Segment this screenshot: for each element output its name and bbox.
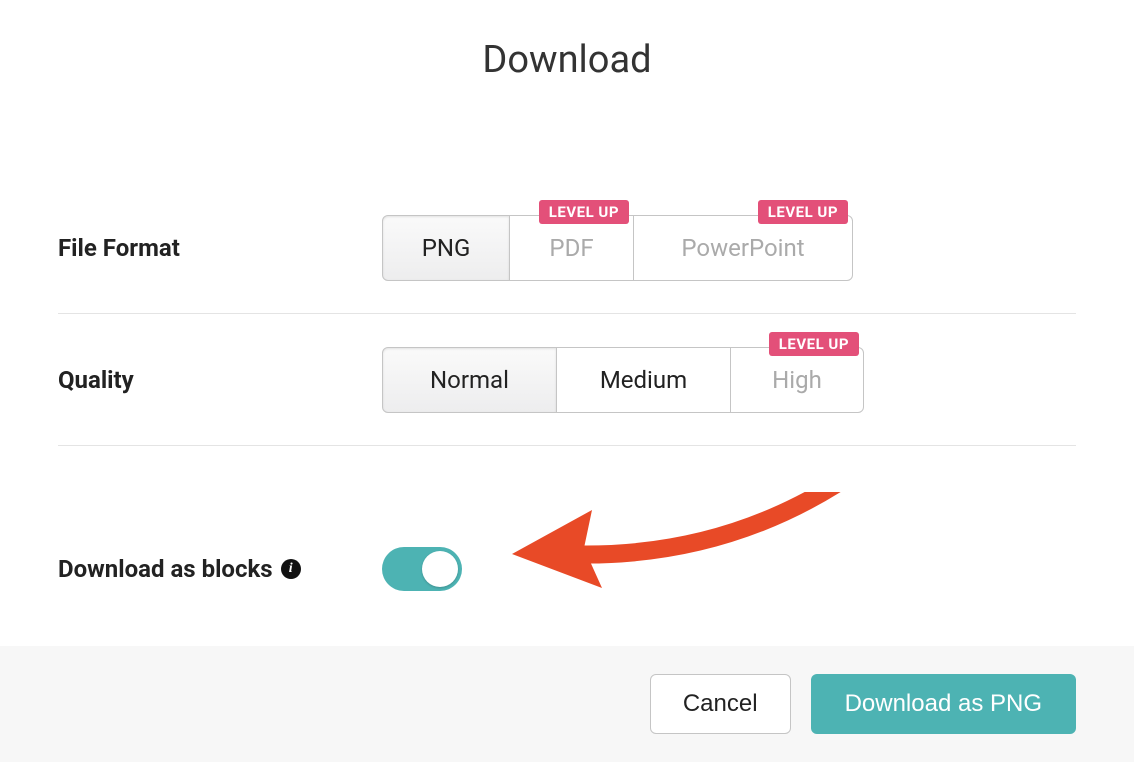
download-as-blocks-text: Download as blocks: [58, 555, 273, 583]
arrow-icon: [482, 492, 902, 642]
download-modal: Download File Format PNG LEVEL UP PDF LE…: [0, 0, 1134, 744]
quality-options: Normal Medium LEVEL UP High: [382, 347, 864, 413]
file-format-label: File Format: [58, 234, 382, 262]
download-as-blocks-row: Download as blocks i: [58, 446, 1076, 646]
quality-option-normal-label: Normal: [430, 366, 509, 394]
format-option-png[interactable]: PNG: [382, 215, 510, 281]
download-as-blocks-toggle[interactable]: [382, 547, 462, 591]
quality-label: Quality: [58, 366, 382, 394]
modal-title: Download: [0, 38, 1134, 82]
download-button[interactable]: Download as PNG: [811, 674, 1076, 734]
file-format-options: PNG LEVEL UP PDF LEVEL UP PowerPoint: [382, 215, 853, 281]
format-option-powerpoint-label: PowerPoint: [681, 234, 804, 262]
quality-row: Quality Normal Medium LEVEL UP High: [58, 314, 1076, 446]
download-as-blocks-label: Download as blocks i: [58, 555, 382, 583]
info-icon[interactable]: i: [281, 559, 301, 579]
modal-footer: Cancel Download as PNG: [0, 646, 1134, 762]
modal-content: File Format PNG LEVEL UP PDF LEVEL UP Po…: [0, 182, 1134, 646]
quality-option-normal[interactable]: Normal: [382, 347, 557, 413]
format-option-png-label: PNG: [422, 234, 471, 262]
cancel-button[interactable]: Cancel: [650, 674, 791, 734]
format-option-powerpoint[interactable]: LEVEL UP PowerPoint: [633, 215, 853, 281]
file-format-row: File Format PNG LEVEL UP PDF LEVEL UP Po…: [58, 182, 1076, 314]
format-option-pdf[interactable]: LEVEL UP PDF: [509, 215, 634, 281]
level-up-badge: LEVEL UP: [539, 200, 629, 224]
quality-option-high[interactable]: LEVEL UP High: [730, 347, 864, 413]
level-up-badge: LEVEL UP: [769, 332, 859, 356]
quality-option-medium[interactable]: Medium: [556, 347, 731, 413]
toggle-knob: [422, 551, 458, 587]
format-option-pdf-label: PDF: [549, 234, 593, 262]
quality-option-medium-label: Medium: [600, 366, 687, 394]
annotation-arrow: [482, 492, 902, 646]
quality-option-high-label: High: [772, 366, 822, 394]
level-up-badge: LEVEL UP: [758, 200, 848, 224]
